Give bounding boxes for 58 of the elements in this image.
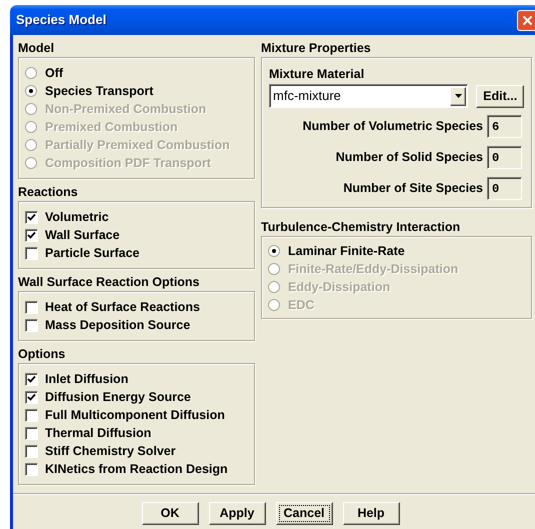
radio-button[interactable] xyxy=(25,67,37,79)
checkbox[interactable] xyxy=(25,318,38,332)
group-heading: Wall Surface Reaction Options xyxy=(18,275,201,290)
radio-button[interactable] xyxy=(268,245,280,257)
checkbox[interactable] xyxy=(25,372,38,386)
option-label: Full Multicomponent Diffusion xyxy=(45,406,225,424)
checkbox[interactable] xyxy=(25,444,38,458)
edit-button[interactable]: Edit... xyxy=(476,84,524,108)
group-heading: Mixture Properties xyxy=(261,41,372,56)
dialog-button[interactable]: Apply xyxy=(208,502,266,525)
field-label: Mixture Material xyxy=(269,66,366,82)
option-label: Eddy-Dissipation xyxy=(288,278,390,296)
option-label: Wall Surface xyxy=(45,226,120,244)
group-heading: Model xyxy=(18,41,56,56)
option-label: KINetics from Reaction Design xyxy=(45,460,228,478)
close-icon xyxy=(522,14,533,26)
option-label: Volumetric xyxy=(45,208,109,226)
option-label: Particle Surface xyxy=(45,244,140,262)
count-field: 6 xyxy=(487,115,522,138)
count-field: 0 xyxy=(487,146,522,169)
option-label: Finite-Rate/Eddy-Dissipation xyxy=(288,260,458,278)
checkbox[interactable] xyxy=(25,210,38,224)
option-label: Inlet Diffusion xyxy=(45,370,128,388)
checkbox[interactable] xyxy=(25,246,38,260)
option-label: Non-Premixed Combustion xyxy=(45,100,206,118)
checkbox[interactable] xyxy=(25,300,38,314)
option-label: Heat of Surface Reactions xyxy=(45,298,200,316)
field-label: Number of Site Species xyxy=(343,180,483,198)
option-label: Stiff Chemistry Solver xyxy=(45,442,176,460)
caret-icon xyxy=(454,94,462,98)
group-heading: Reactions xyxy=(18,185,79,200)
count-field: 0 xyxy=(487,177,522,200)
checkbox[interactable] xyxy=(25,390,38,404)
option-label: Species Transport xyxy=(45,82,154,100)
option-label: Premixed Combustion xyxy=(45,118,178,136)
checkbox[interactable] xyxy=(25,462,38,476)
window-title: Species Model xyxy=(16,11,106,30)
option-label: Mass Deposition Source xyxy=(45,316,190,334)
dialog-button[interactable]: Help xyxy=(342,502,400,525)
option-label: Composition PDF Transport xyxy=(45,154,211,172)
dialog-button[interactable]: Cancel xyxy=(276,502,332,525)
close-button[interactable] xyxy=(517,10,535,30)
field-label: Number of Volumetric Species xyxy=(302,118,483,136)
checkbox[interactable] xyxy=(25,228,38,242)
material-dropdown[interactable]: mfc-mixture xyxy=(269,84,468,108)
option-label: Diffusion Energy Source xyxy=(45,388,191,406)
option-label: Partially Premixed Combustion xyxy=(45,136,230,154)
option-label: EDC xyxy=(288,296,314,314)
option-label: Off xyxy=(45,64,64,82)
checkbox[interactable] xyxy=(25,408,38,422)
group-heading: Turbulence-Chemistry Interaction xyxy=(261,220,462,235)
checkbox[interactable] xyxy=(25,426,38,440)
option-label: Thermal Diffusion xyxy=(45,424,152,442)
dialog-button[interactable]: OK xyxy=(142,502,198,525)
group-heading: Options xyxy=(18,347,66,362)
field-label: Number of Solid Species xyxy=(336,149,483,166)
option-label: Laminar Finite-Rate xyxy=(288,242,405,260)
radio-button[interactable] xyxy=(25,85,37,97)
